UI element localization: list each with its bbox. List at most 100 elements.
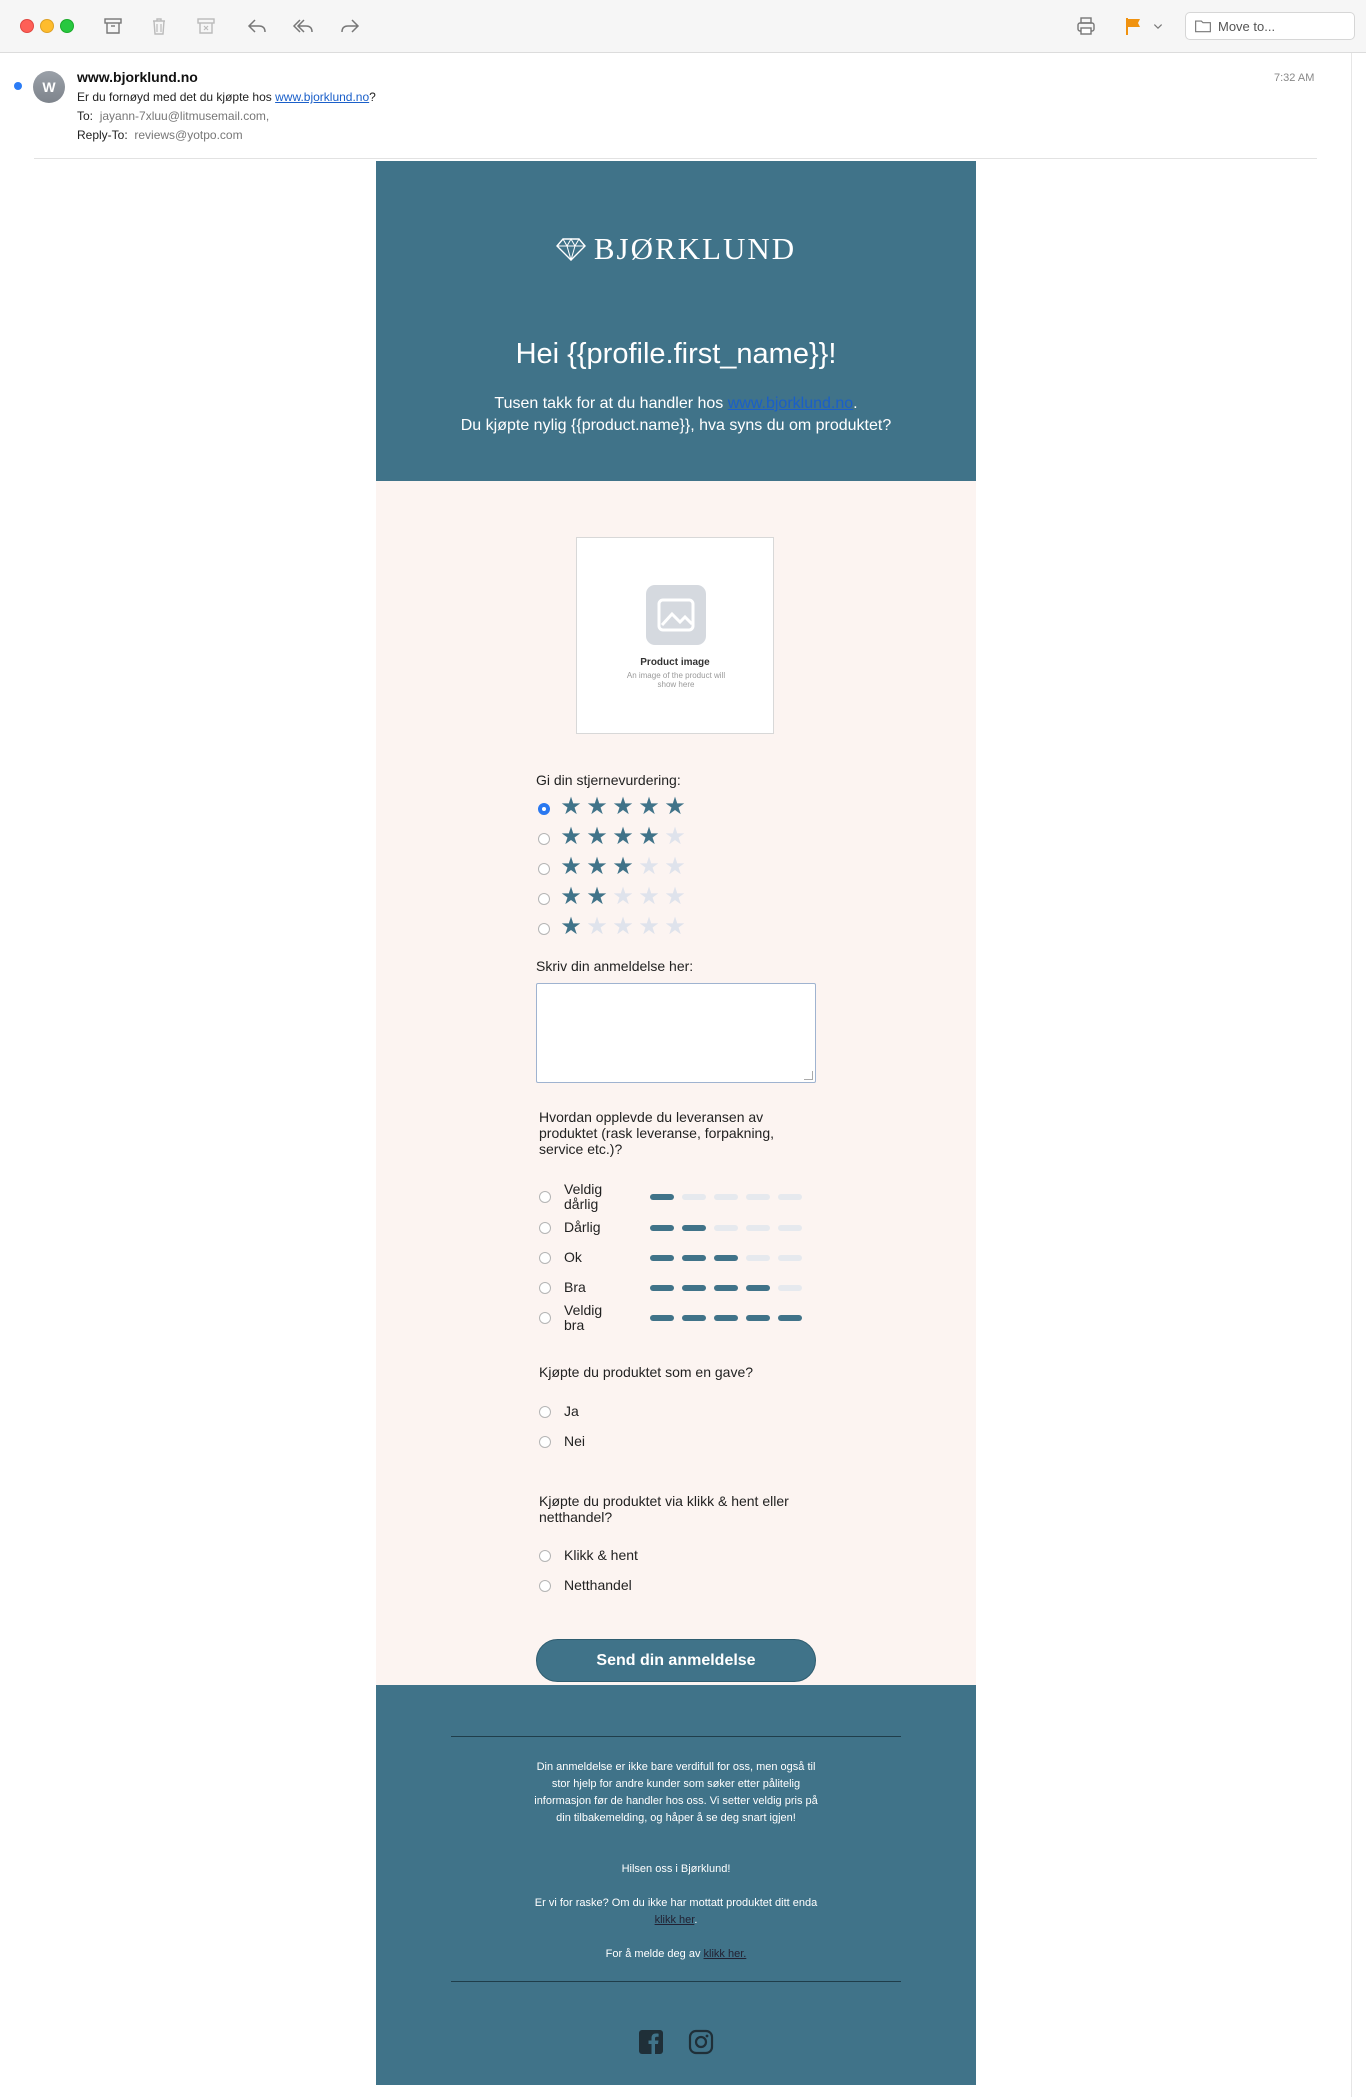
review-textarea[interactable]	[536, 983, 816, 1083]
forward-button[interactable]	[337, 13, 363, 39]
rating-radio-4[interactable]	[538, 833, 550, 845]
star-icon: ★	[638, 913, 660, 940]
subject-link[interactable]: www.bjorklund.no	[275, 90, 369, 104]
star-icon: ★	[560, 883, 582, 910]
delivery-radio[interactable]	[539, 1252, 551, 1264]
print-button[interactable]	[1073, 13, 1099, 39]
gift-radio[interactable]	[539, 1436, 551, 1448]
avatar: W	[33, 71, 65, 103]
channel-radio[interactable]	[539, 1550, 551, 1562]
star-icon: ★	[612, 793, 634, 820]
rating-radio-2[interactable]	[538, 893, 550, 905]
intro-line-2: Du kjøpte nylig {{product.name}}, hva sy…	[460, 417, 892, 434]
delivery-level-bars	[650, 1255, 810, 1261]
delete-button[interactable]	[146, 13, 172, 39]
gift-question: Kjøpte du produktet som en gave?	[539, 1364, 754, 1380]
star-icon: ★	[638, 823, 660, 850]
star-icon: ★	[638, 793, 660, 820]
image-placeholder-icon	[646, 585, 706, 645]
level-bar	[714, 1225, 738, 1231]
delivery-radio[interactable]	[539, 1191, 551, 1203]
early-link[interactable]: klikk her	[655, 1914, 695, 1926]
product-image-title: Product image	[640, 657, 710, 668]
unsubscribe-link[interactable]: klikk her.	[704, 1948, 747, 1960]
level-bar	[778, 1315, 802, 1321]
delivery-level-bars	[650, 1315, 810, 1321]
subject-suffix: ?	[369, 90, 376, 104]
level-bar	[714, 1285, 738, 1291]
unread-indicator	[14, 82, 22, 90]
forward-icon	[341, 19, 360, 33]
junk-button[interactable]	[193, 13, 219, 39]
message-header	[0, 53, 1366, 159]
level-bar	[778, 1285, 802, 1291]
delivery-radio[interactable]	[539, 1282, 551, 1294]
to-address[interactable]: jayann-7xluu@litmusemail.com,	[100, 109, 270, 123]
sender-name[interactable]: www.bjorklund.no	[77, 69, 198, 85]
intro-link[interactable]: www.bjorklund.no	[728, 395, 853, 412]
star-row-2: ★ ★ ★ ★ ★	[558, 883, 688, 910]
delivery-option-label: Veldig dårlig	[564, 1181, 603, 1212]
rating-radio-3[interactable]	[538, 863, 550, 875]
level-bar	[714, 1194, 738, 1200]
delivery-radio[interactable]	[539, 1312, 551, 1324]
level-bar	[650, 1315, 674, 1321]
level-bar	[778, 1255, 802, 1261]
reply-all-button[interactable]	[290, 13, 316, 39]
footer-early-text: Er vi for raske? Om du ikke har mottatt …	[526, 1895, 826, 1929]
level-bar	[746, 1194, 770, 1200]
product-image-subtitle: An image of the product will show here	[626, 671, 726, 689]
delivery-option-label: Dårlig	[564, 1219, 601, 1235]
greeting-heading: Hei {{profile.first_name}}!	[515, 338, 837, 370]
instagram-icon[interactable]	[688, 2029, 714, 2055]
gift-radio[interactable]	[539, 1406, 551, 1418]
email-content: BJØRKLUND Hei {{profile.first_name}}! Tu…	[376, 161, 976, 2085]
star-icon: ★	[560, 793, 582, 820]
level-bar	[778, 1225, 802, 1231]
flag-button[interactable]	[1120, 13, 1146, 39]
submit-review-button[interactable]: Send din anmeldelse	[536, 1639, 816, 1682]
level-bar	[746, 1285, 770, 1291]
review-label: Skriv din anmeldelse her:	[536, 958, 694, 974]
close-window-button[interactable]	[20, 19, 34, 33]
junk-icon	[197, 18, 215, 34]
footer-paragraph: Din anmeldelse er ikke bare verdifull fo…	[534, 1761, 818, 1824]
level-bar	[650, 1225, 674, 1231]
level-bar	[746, 1225, 770, 1231]
level-bar	[714, 1315, 738, 1321]
reply-to-line: Reply-To: reviews@yotpo.com	[77, 128, 243, 142]
reply-to-address[interactable]: reviews@yotpo.com	[134, 128, 242, 142]
rating-radio-5[interactable]	[538, 803, 550, 815]
flag-menu-button[interactable]	[1150, 13, 1166, 39]
reply-button[interactable]	[244, 13, 270, 39]
chevron-down-icon	[1153, 24, 1163, 30]
gift-option-label: Ja	[564, 1403, 579, 1419]
zoom-window-button[interactable]	[60, 19, 74, 33]
star-row-4: ★ ★ ★ ★ ★	[558, 823, 688, 850]
minimize-window-button[interactable]	[40, 19, 54, 33]
channel-option-label: Klikk & hent	[564, 1547, 638, 1563]
move-to-menu[interactable]: Move to...	[1185, 12, 1355, 40]
star-icon: ★	[586, 793, 608, 820]
delivery-radio[interactable]	[539, 1222, 551, 1234]
subject-line: Er du fornøyd med det du kjøpte hos www.…	[77, 90, 376, 104]
intro-text: Tusen takk for at du handler hos www.bjo…	[376, 393, 976, 437]
rating-radio-1[interactable]	[538, 923, 550, 935]
brand-logo-text: BJØRKLUND	[593, 231, 797, 266]
star-icon: ★	[586, 853, 608, 880]
delivery-level-bars	[650, 1225, 810, 1231]
level-bar	[650, 1194, 674, 1200]
level-bar	[650, 1255, 674, 1261]
channel-radio[interactable]	[539, 1580, 551, 1592]
star-icon: ★	[560, 853, 582, 880]
archive-button[interactable]	[100, 13, 126, 39]
to-line: To: jayann-7xluu@litmusemail.com,	[77, 109, 269, 123]
footer-top-divider	[451, 1736, 901, 1737]
star-icon: ★	[664, 823, 686, 850]
facebook-icon[interactable]	[638, 2029, 664, 2055]
delivery-level-bars	[650, 1285, 810, 1291]
subject-text: Er du fornøyd med det du kjøpte hos	[77, 90, 276, 104]
delivery-question: Hvordan opplevde du leveransen av produk…	[539, 1109, 775, 1157]
star-icon: ★	[612, 913, 634, 940]
level-bar	[682, 1194, 706, 1200]
